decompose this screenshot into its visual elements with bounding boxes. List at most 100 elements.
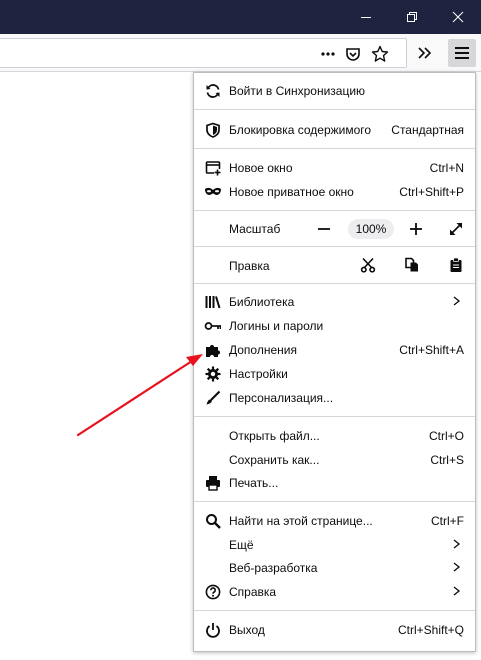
cut-button[interactable] (358, 255, 378, 275)
separator (194, 283, 475, 284)
library-icon (204, 293, 221, 310)
fullscreen-icon (450, 223, 462, 235)
chevron-right-icon (453, 539, 461, 549)
paste-button[interactable] (446, 255, 466, 275)
new-window-label: Новое окно (229, 161, 293, 175)
menu-item-library[interactable]: Библиотека (194, 290, 475, 313)
menu-item-help[interactable]: Справка (194, 580, 475, 603)
find-shortcut: Ctrl+F (431, 514, 464, 528)
menu-item-new-window[interactable]: Новое окно Ctrl+N (194, 156, 475, 179)
print-label: Печать... (229, 476, 279, 490)
minus-icon (318, 228, 330, 230)
separator (194, 501, 475, 502)
close-icon (452, 11, 464, 23)
separator (194, 210, 475, 211)
copy-button[interactable] (402, 255, 422, 275)
separator (194, 610, 475, 611)
customize-label: Персонализация... (229, 391, 334, 405)
minimize-icon (361, 17, 371, 18)
app-menu-panel: Войти в Синхронизацию Блокировка содержи… (193, 72, 476, 652)
zoom-reset-button[interactable]: 100% (348, 219, 394, 239)
separator (194, 246, 475, 247)
help-label: Справка (229, 585, 277, 599)
printer-icon (204, 474, 221, 491)
minimize-button[interactable] (343, 0, 389, 34)
menu-item-sync[interactable]: Войти в Синхронизацию (194, 79, 475, 102)
shield-icon (204, 121, 221, 138)
page-actions-icon (321, 52, 335, 56)
sync-label: Войти в Синхронизацию (229, 84, 366, 98)
find-label: Найти на этой странице... (229, 514, 373, 528)
logins-label: Логины и пароли (229, 319, 324, 333)
restore-button[interactable] (389, 0, 435, 34)
quit-shortcut: Ctrl+Shift+Q (397, 623, 464, 637)
menu-item-quit[interactable]: Выход Ctrl+Shift+Q (194, 618, 475, 641)
open-file-label: Открыть файл... (229, 429, 320, 443)
url-input[interactable] (3, 44, 303, 62)
menu-item-open-file[interactable]: Открыть файл... Ctrl+O (194, 424, 475, 447)
title-bar (0, 0, 481, 34)
bookmark-star-icon (371, 45, 389, 62)
separator (194, 416, 475, 417)
hamburger-menu-button[interactable] (448, 39, 476, 67)
new-window-icon (204, 159, 221, 176)
private-window-shortcut: Ctrl+Shift+P (399, 185, 464, 199)
save-as-shortcut: Ctrl+S (430, 453, 464, 467)
chevron-right-icon (453, 296, 461, 306)
plus-icon (410, 223, 422, 235)
overflow-button[interactable] (414, 43, 434, 63)
content-blocking-label: Блокировка содержимого (229, 123, 372, 137)
edit-label: Правка (229, 259, 270, 273)
more-label: Ещё (229, 538, 254, 552)
page-actions-button[interactable] (319, 45, 337, 63)
quit-label: Выход (229, 623, 265, 637)
navigation-toolbar (0, 34, 481, 72)
addons-shortcut: Ctrl+Shift+A (399, 343, 464, 357)
close-button[interactable] (435, 0, 481, 34)
addons-label: Дополнения (229, 343, 297, 357)
menu-item-edit: Правка (194, 254, 475, 277)
bookmark-star-button[interactable] (370, 44, 390, 64)
content-blocking-value: Стандартная (391, 123, 464, 137)
menu-item-private-window[interactable]: Новое приватное окно Ctrl+Shift+P (194, 180, 475, 203)
pocket-button[interactable] (344, 45, 362, 63)
gear-icon (204, 365, 221, 382)
menu-item-print[interactable]: Печать... (194, 471, 475, 494)
puzzle-icon (204, 341, 221, 358)
sync-icon (204, 82, 221, 99)
library-label: Библиотека (229, 295, 295, 309)
menu-item-webdev[interactable]: Веб-разработка (194, 556, 475, 579)
zoom-in-button[interactable] (406, 219, 426, 239)
menu-item-zoom: Масштаб (194, 217, 475, 240)
webdev-label: Веб-разработка (229, 561, 318, 575)
save-as-label: Сохранить как... (229, 453, 320, 467)
separator (194, 148, 475, 149)
menu-item-content-blocking[interactable]: Блокировка содержимого Стандартная (194, 118, 475, 141)
menu-item-settings[interactable]: Настройки (194, 362, 475, 385)
menu-item-more[interactable]: Ещё (194, 533, 475, 556)
menu-item-addons[interactable]: Дополнения Ctrl+Shift+A (194, 338, 475, 361)
copy-icon (405, 257, 418, 272)
help-icon (204, 583, 221, 600)
power-icon (204, 621, 221, 638)
brush-icon (204, 389, 221, 406)
overflow-icon (418, 47, 432, 59)
menu-item-customize[interactable]: Персонализация... (194, 386, 475, 409)
url-bar[interactable] (0, 38, 407, 68)
pocket-icon (346, 48, 360, 61)
separator (194, 109, 475, 110)
search-icon (204, 512, 221, 529)
menu-item-find[interactable]: Найти на этой странице... Ctrl+F (194, 509, 475, 532)
fullscreen-button[interactable] (445, 219, 467, 239)
open-file-shortcut: Ctrl+O (428, 429, 464, 443)
zoom-label: Масштаб (229, 222, 281, 236)
hamburger-menu-icon (455, 47, 469, 59)
menu-item-logins[interactable]: Логины и пароли (194, 314, 475, 337)
restore-icon (407, 12, 417, 22)
key-icon (204, 317, 221, 334)
new-window-shortcut: Ctrl+N (429, 161, 464, 175)
menu-item-save-as[interactable]: Сохранить как... Ctrl+S (194, 448, 475, 471)
settings-label: Настройки (229, 367, 288, 381)
zoom-out-button[interactable] (314, 219, 334, 239)
chevron-right-icon (453, 562, 461, 572)
